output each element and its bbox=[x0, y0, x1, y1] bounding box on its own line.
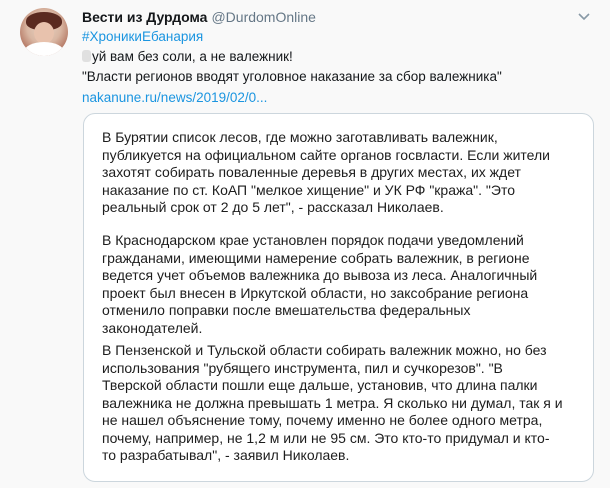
image-text-line: В Бурятии список лесов, где можно загота… bbox=[102, 129, 498, 145]
image-text-line: публикуется на официальном сайте органов… bbox=[102, 146, 550, 163]
image-paragraph-1: В Бурятии список лесов, где можно загота… bbox=[102, 129, 578, 217]
image-text-line: наказание по ст. КоАП "мелкое хищение" и… bbox=[102, 181, 515, 198]
avatar-face bbox=[34, 22, 54, 44]
tweet-text-1: уй вам без соли, а не валежник! bbox=[92, 49, 293, 64]
image-text-line: почему, например, не 1,2 м или не 95 см.… bbox=[102, 429, 550, 446]
author-handle[interactable]: @DurdomOnline bbox=[211, 9, 315, 25]
tweet-image[interactable]: В Бурятии список лесов, где можно загота… bbox=[83, 113, 594, 482]
image-text-line: то разрабатывал", - заявил Николаев. bbox=[102, 447, 350, 463]
avatar-shirt bbox=[24, 42, 64, 56]
tweet-link[interactable]: nakanune.ru/news/2019/02/0... bbox=[82, 89, 267, 107]
image-text-line: проект был внесен в Иркутской области, н… bbox=[102, 284, 529, 301]
image-paragraph-3: В Пензенской и Тульской области собирать… bbox=[102, 342, 578, 465]
image-text-line: В Пензенской и Тульской области собирать… bbox=[102, 342, 547, 358]
image-text-line: валежника не должна превышать 1 метра. Я… bbox=[102, 394, 563, 411]
image-text-line: Тверской области пошли еще дальше, устан… bbox=[102, 377, 538, 393]
avatar[interactable] bbox=[20, 8, 68, 56]
tweet-header: Вести из Дурдома @DurdomOnline bbox=[82, 7, 316, 27]
image-text-line: использования "рубящего инструмента, пил… bbox=[102, 359, 503, 376]
tweet: Вести из Дурдома @DurdomOnline #ХроникиЕб… bbox=[0, 0, 610, 488]
hashtag-link[interactable]: #ХроникиЕбанария bbox=[82, 28, 203, 46]
image-text-line: В Краснодарском крае установлен порядок … bbox=[102, 232, 524, 248]
image-text-line: ведется учет объемов валежника до вывоза… bbox=[102, 267, 538, 283]
emoji-icon bbox=[82, 50, 91, 62]
image-text-line: отменило поправки после вмешательства фе… bbox=[102, 302, 471, 318]
author-name[interactable]: Вести из Дурдома bbox=[82, 9, 207, 25]
image-text-line: не нашел объяснение тому, почему именно … bbox=[102, 412, 543, 428]
image-text-line: законодателей. bbox=[102, 319, 203, 336]
image-text-line: захотят собирать поваленные деревья в др… bbox=[102, 164, 521, 180]
tweet-text-line-2: "Власти регионов вводят уголовное наказа… bbox=[82, 69, 502, 84]
image-text-line: гражданами, имеющими намерение собрать в… bbox=[102, 249, 530, 266]
image-paragraph-2: В Краснодарском крае установлен порядок … bbox=[102, 232, 578, 337]
chevron-down-icon[interactable] bbox=[576, 9, 592, 25]
image-text-line: реальный срок от 2 до 5 лет", - рассказа… bbox=[102, 199, 444, 215]
tweet-text-line-1: уй вам без соли, а не валежник! bbox=[82, 48, 293, 66]
